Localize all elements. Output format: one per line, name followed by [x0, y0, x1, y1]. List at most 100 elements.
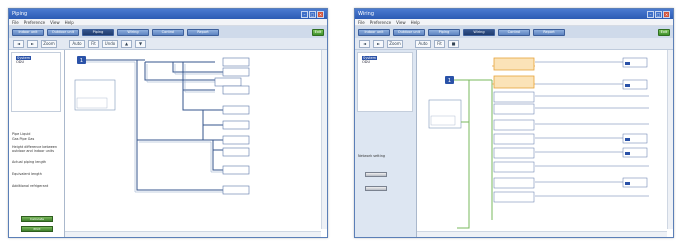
indoor-unit[interactable] — [222, 105, 250, 115]
indoor-unit[interactable] — [493, 103, 535, 115]
tab-piping[interactable]: Piping — [428, 28, 460, 36]
tree-item-odu[interactable]: ODU — [362, 60, 377, 64]
exit-button[interactable]: Exit — [658, 28, 670, 36]
tab-report[interactable]: Report — [187, 28, 219, 36]
system-tree[interactable]: System ODU — [357, 52, 413, 112]
panel-button-1[interactable] — [365, 172, 387, 177]
tab-indoor-unit[interactable]: Indoor unit — [12, 28, 44, 36]
tab-wiring[interactable]: Wiring — [463, 28, 495, 36]
menu-help[interactable]: Help — [65, 20, 74, 25]
menu-preference[interactable]: Preference — [370, 20, 391, 25]
auto-button[interactable]: Auto — [69, 39, 85, 48]
indoor-unit-selected[interactable] — [493, 57, 535, 71]
menu-file[interactable]: File — [12, 20, 19, 25]
tab-bar: Indoor unit Outdoor unit Piping Wiring C… — [9, 26, 327, 38]
close-window-button[interactable]: × — [317, 10, 324, 18]
indoor-unit[interactable] — [493, 191, 535, 203]
wiring-diagram-canvas[interactable]: 1 — [417, 50, 673, 237]
zoom-button[interactable]: Zoom — [387, 39, 403, 48]
indoor-unit[interactable] — [222, 135, 250, 145]
minimize-button[interactable]: – — [301, 10, 308, 18]
tab-outdoor-unit[interactable]: Outdoor unit — [393, 28, 425, 36]
system-tree[interactable]: System ODU — [11, 52, 61, 112]
pipe-network — [86, 59, 223, 191]
window-title: Wiring — [358, 11, 375, 17]
outdoor-unit-detail — [430, 115, 456, 126]
fit-button[interactable]: Fit — [88, 39, 99, 48]
print-button[interactable]: Print — [21, 226, 53, 232]
indoor-unit[interactable] — [222, 120, 250, 130]
horizontal-scrollbar[interactable] — [65, 231, 321, 237]
menu-file[interactable]: File — [358, 20, 365, 25]
close-window-button[interactable]: × — [663, 10, 670, 18]
indoor-unit[interactable] — [493, 177, 535, 189]
auto-button[interactable]: Auto — [415, 39, 431, 48]
outdoor-unit-number: 1 — [448, 78, 451, 84]
back-button[interactable]: ◄ — [359, 39, 370, 48]
indoor-units — [493, 57, 535, 203]
tab-control[interactable]: Control — [498, 28, 530, 36]
tab-control[interactable]: Control — [152, 28, 184, 36]
tab-bar: Indoor unit Outdoor unit Piping Wiring C… — [355, 26, 673, 38]
height-difference-label-2: outdoor and indoor units — [12, 149, 54, 153]
indoor-unit-selected[interactable] — [493, 75, 535, 89]
title-bar: Wiring – □ × — [355, 9, 673, 19]
indoor-unit[interactable] — [493, 119, 535, 131]
left-panel: System ODU Network setting — [355, 50, 417, 237]
back-button[interactable]: ◄ — [13, 39, 24, 48]
maximize-button[interactable]: □ — [655, 10, 662, 18]
indoor-unit[interactable] — [214, 77, 242, 87]
vertical-scrollbar[interactable] — [321, 50, 327, 229]
menu-preference[interactable]: Preference — [24, 20, 45, 25]
indoor-unit[interactable] — [222, 57, 250, 67]
zoom-button[interactable]: Zoom — [41, 39, 57, 48]
forward-button[interactable]: ► — [373, 39, 384, 48]
equivalent-length-label: Equivalent length — [12, 172, 42, 176]
maximize-button[interactable]: □ — [309, 10, 316, 18]
pipe-size-row: Pipe Liquid — [12, 132, 31, 136]
indoor-unit[interactable] — [222, 165, 250, 175]
tree-item-odu[interactable]: ODU — [16, 60, 31, 64]
network-setting-label: Network setting — [358, 154, 385, 158]
move-down-button[interactable]: ▼ — [135, 39, 146, 48]
tab-piping[interactable]: Piping — [82, 28, 114, 36]
indoor-unit[interactable] — [222, 147, 250, 157]
exit-button[interactable]: Exit — [312, 28, 324, 36]
move-up-button[interactable]: ▲ — [121, 39, 132, 48]
horizontal-scrollbar[interactable] — [417, 231, 667, 237]
title-bar: Piping – □ × — [9, 9, 327, 19]
indoor-unit[interactable] — [493, 133, 535, 145]
undo-button[interactable]: Undo — [102, 39, 118, 48]
indoor-unit[interactable] — [493, 91, 535, 103]
remote-controllers — [622, 57, 648, 188]
indoor-unit[interactable] — [222, 185, 250, 195]
tab-indoor-unit[interactable]: Indoor unit — [358, 28, 390, 36]
tab-wiring[interactable]: Wiring — [117, 28, 149, 36]
indoor-unit[interactable] — [493, 147, 535, 159]
stop-button[interactable]: ■ — [448, 39, 459, 48]
forward-button[interactable]: ► — [27, 39, 38, 48]
toolbar: ◄ ► Zoom Auto Fit Undo ▲ ▼ — [9, 38, 327, 50]
menu-view[interactable]: View — [396, 20, 406, 25]
fit-button[interactable]: Fit — [434, 39, 445, 48]
wiring-diagram: 1 — [428, 57, 649, 229]
outdoor-unit-number: 1 — [80, 58, 83, 64]
piping-diagram-canvas[interactable]: 1 — [65, 50, 327, 237]
indoor-unit[interactable] — [222, 67, 250, 77]
minimize-button[interactable]: – — [647, 10, 654, 18]
left-panel: System ODU Pipe Liquid Gas Pipe Gas Heig… — [9, 50, 65, 237]
calculate-button[interactable]: Calculate — [21, 216, 53, 222]
indoor-units — [214, 57, 250, 195]
indoor-unit[interactable] — [222, 85, 250, 95]
menu-view[interactable]: View — [50, 20, 60, 25]
additional-refrigerant-label: Additional refrigerant — [12, 184, 49, 188]
panel-button-2[interactable] — [365, 186, 387, 191]
indoor-unit[interactable] — [493, 161, 535, 173]
menu-help[interactable]: Help — [411, 20, 420, 25]
piping-diagram: 1 — [74, 56, 250, 195]
tab-outdoor-unit[interactable]: Outdoor unit — [47, 28, 79, 36]
vertical-scrollbar[interactable] — [667, 50, 673, 229]
toolbar: ◄ ► Zoom Auto Fit ■ — [355, 38, 673, 50]
window-title: Piping — [12, 11, 28, 17]
tab-report[interactable]: Report — [533, 28, 565, 36]
